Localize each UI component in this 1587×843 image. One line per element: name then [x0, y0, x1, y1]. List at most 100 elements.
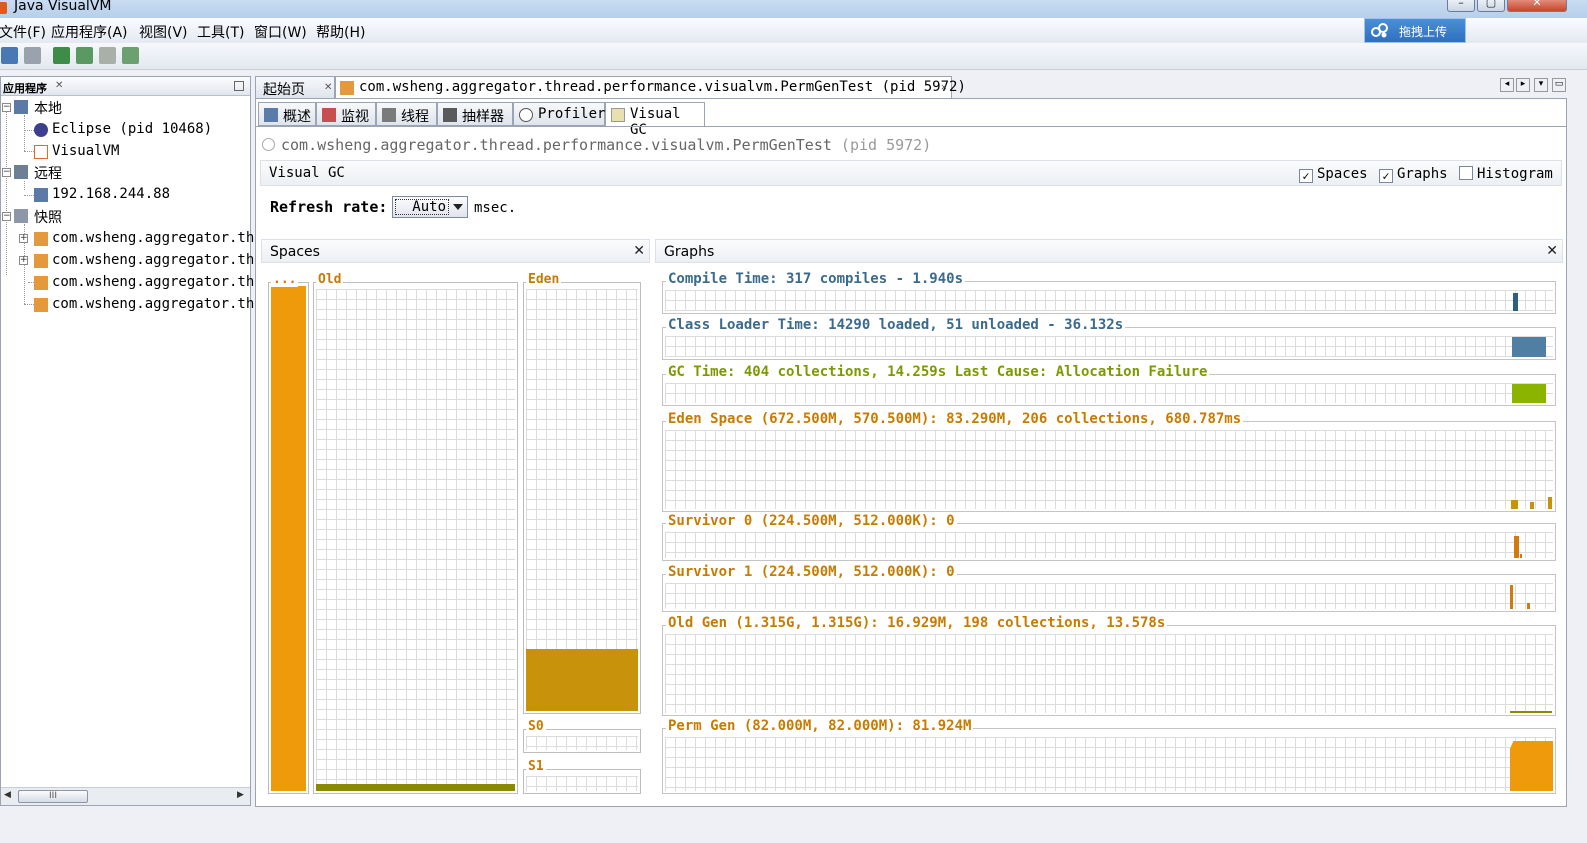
upload-label: 拖拽上传	[1399, 25, 1448, 39]
graph-old-gen-label: Old Gen (1.315G, 1.315G): 16.929M, 198 c…	[666, 615, 1168, 631]
expand-snapshot-2-toggle[interactable]: +	[19, 256, 28, 265]
eden-spike	[1548, 497, 1552, 509]
menu-tools[interactable]: 工具(T)	[197, 22, 244, 42]
horizontal-scrollbar[interactable]: ◀ III ▶	[1, 787, 250, 805]
perm-gen-fill	[1510, 741, 1553, 791]
graph-old-gen	[662, 625, 1556, 716]
graphs-title: Graphs	[664, 244, 715, 260]
applications-panel-header: 应用程序 ✕	[1, 77, 250, 96]
right-edge	[1567, 98, 1587, 807]
visualvm-icon	[34, 145, 48, 159]
applications-panel: 应用程序 ✕ − 本地 Eclipse (pid 10468) VisualVM…	[0, 76, 263, 806]
collapse-local-toggle[interactable]: −	[2, 103, 11, 112]
collapse-remote-toggle[interactable]: −	[2, 168, 11, 177]
sampler-icon	[443, 108, 457, 122]
survivor1-spike	[1527, 603, 1530, 609]
visual-gc-header: Visual GC ✓ Spaces ✓ Graphs Histogram	[260, 160, 1562, 186]
remote-host-icon	[14, 165, 28, 179]
minimize-button[interactable]: –	[1447, 0, 1475, 12]
minimize-panel-icon[interactable]	[234, 81, 244, 91]
java-process-icon	[340, 81, 354, 95]
checkbox-unchecked-icon	[1459, 166, 1473, 180]
menu-help[interactable]: 帮助(H)	[316, 22, 365, 42]
tab-list-icon[interactable]: ▾	[1534, 78, 1548, 92]
tab-profiler[interactable]: Profiler	[513, 102, 605, 126]
histogram-checkbox[interactable]: Histogram	[1459, 166, 1553, 182]
scroll-left-icon[interactable]: ◀	[4, 790, 11, 800]
profiler-icon	[519, 108, 533, 122]
heap-dump-icon[interactable]	[76, 47, 93, 64]
refresh-rate-select[interactable]: Auto	[392, 196, 468, 218]
spaces-panel-header: Spaces ✕	[261, 239, 650, 263]
survivor1-spike	[1510, 585, 1513, 609]
graph-perm-gen-label: Perm Gen (82.000M, 82.000M): 81.924M	[666, 718, 974, 734]
add-jmx-icon[interactable]	[53, 47, 70, 64]
menu-application[interactable]: 应用程序(A)	[51, 22, 128, 42]
process-status-icon	[262, 138, 275, 151]
tab-sampler[interactable]: 抽样器	[437, 102, 513, 126]
title-bar: Java VisualVM – ▢ ✕	[0, 0, 1587, 18]
close-graphs-icon[interactable]: ✕	[1546, 243, 1558, 259]
visual-gc-title: Visual GC	[269, 165, 345, 181]
spaces-title: Spaces	[270, 244, 320, 260]
close-button[interactable]: ✕	[1507, 0, 1567, 12]
close-spaces-icon[interactable]: ✕	[633, 243, 645, 259]
refresh-unit: msec.	[474, 200, 517, 216]
space-perm	[268, 282, 309, 794]
open-file-icon[interactable]	[1, 47, 18, 64]
space-old	[313, 282, 518, 794]
checkbox-checked-icon: ✓	[1299, 169, 1313, 183]
space-eden-label: Eden	[526, 272, 562, 287]
snapshot-java-icon	[34, 232, 48, 246]
maximize-button[interactable]: ▢	[1477, 0, 1505, 12]
tab-permgentest[interactable]: com.wsheng.aggregator.thread.performance…	[335, 76, 966, 98]
graph-survivor0-label: Survivor 0 (224.500M, 512.000K): 0	[666, 513, 957, 529]
scroll-tabs-left-icon[interactable]: ◂	[1500, 78, 1514, 92]
close-tab-icon[interactable]: ✕	[324, 82, 332, 93]
chevron-down-icon	[453, 204, 463, 210]
refresh-rate-value: Auto	[395, 199, 449, 215]
space-old-label: Old	[316, 272, 344, 287]
graph-gc-time-label: GC Time: 404 collections, 14.259s Last C…	[666, 364, 1210, 380]
graphs-checkbox[interactable]: ✓ Graphs	[1379, 166, 1448, 183]
host-icon	[34, 188, 48, 202]
eclipse-icon	[34, 123, 48, 137]
expand-snapshot-1-toggle[interactable]: +	[19, 234, 28, 243]
graph-compile-label: Compile Time: 317 compiles - 1.940s	[666, 271, 966, 287]
collapse-snapshots-toggle[interactable]: −	[2, 212, 11, 221]
tab-monitor[interactable]: 监视	[316, 102, 376, 126]
scroll-right-icon[interactable]: ▶	[237, 790, 244, 800]
snapshot-java-icon	[34, 254, 48, 268]
perm-fill	[271, 286, 306, 791]
tab-visual-gc[interactable]: Visual GC	[605, 102, 705, 138]
old-fill	[316, 784, 515, 791]
process-pid: (pid 5972)	[840, 136, 932, 154]
menu-file[interactable]: 文件(F)	[0, 22, 46, 42]
close-panel-icon[interactable]: ✕	[55, 80, 63, 91]
thread-dump-icon[interactable]	[99, 47, 116, 64]
graph-eden-space	[662, 421, 1556, 512]
space-eden	[523, 282, 641, 714]
tab-start-page[interactable]: 起始页 ✕	[255, 76, 335, 98]
space-s1-label: S1	[526, 759, 546, 774]
upload-button[interactable]: 拖拽上传	[1364, 18, 1466, 43]
spaces-checkbox[interactable]: ✓ Spaces	[1299, 166, 1368, 183]
refresh-rate-label: Refresh rate:	[270, 198, 388, 216]
tab-threads[interactable]: 线程	[376, 102, 437, 126]
menu-view[interactable]: 视图(V)	[139, 22, 188, 42]
snapshot-icon[interactable]	[122, 47, 139, 64]
monitor-icon	[322, 108, 336, 122]
applications-panel-title: 应用程序	[3, 82, 47, 95]
scroll-thumb[interactable]: III	[18, 790, 88, 803]
threads-icon	[382, 108, 396, 122]
close-tab-icon[interactable]: ✕	[941, 82, 947, 93]
graph-perm-gen	[662, 728, 1556, 794]
menu-window[interactable]: 窗口(W)	[254, 22, 307, 42]
computer-icon	[14, 100, 28, 114]
snapshot-java-icon	[34, 298, 48, 312]
scroll-tabs-right-icon[interactable]: ▸	[1516, 78, 1530, 92]
tab-overview[interactable]: 概述	[258, 102, 316, 126]
maximize-tab-icon[interactable]: ▭	[1552, 78, 1566, 92]
save-icon[interactable]	[24, 47, 41, 64]
visual-gc-icon	[611, 108, 625, 122]
